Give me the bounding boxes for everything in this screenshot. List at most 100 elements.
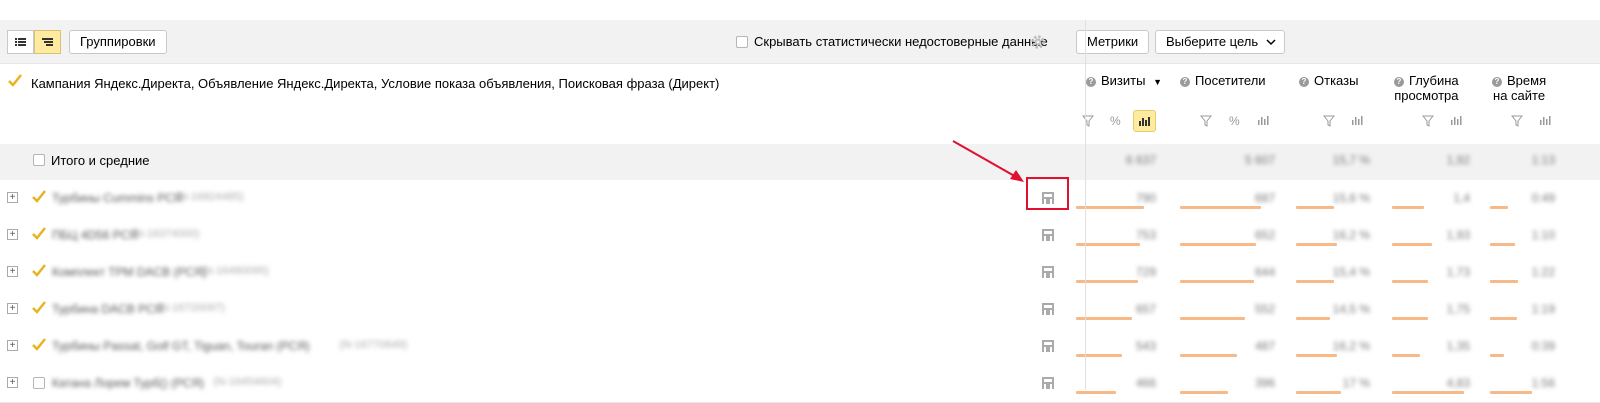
cell-value: 790 <box>1135 191 1156 205</box>
table-row[interactable]: + Турбина DACB РСЯ (N-16720097) 657 552 14,5 … <box>0 291 1600 329</box>
goal-select[interactable]: Выберите цель <box>1155 30 1286 54</box>
cell-bar <box>1296 206 1334 209</box>
bar-chart-icon[interactable] <box>1450 114 1464 126</box>
bar-chart-icon[interactable] <box>1257 114 1271 126</box>
column-visits[interactable]: ? Визиты ▼ <box>1086 73 1162 90</box>
bar-chart-icon[interactable] <box>1539 114 1553 126</box>
cell-value: 1,93 <box>1446 228 1470 242</box>
cell-bar <box>1180 317 1245 320</box>
flag-icon[interactable] <box>1041 265 1055 279</box>
row-name[interactable]: Турбина DACB РСЯ <box>52 302 163 316</box>
flag-icon[interactable] <box>1041 302 1055 316</box>
cell-value: 1:22 <box>1531 265 1555 279</box>
bar-chart-icon <box>1139 117 1150 126</box>
groupings-button[interactable]: Группировки <box>69 30 167 54</box>
table-row[interactable]: + Турбины Cummins РСЯ (N-16824485) 790 687 15… <box>0 180 1600 218</box>
row-name[interactable]: ПБЦ 4D56 РСЯ <box>52 228 138 242</box>
totals-value: 1:13 <box>1531 153 1555 167</box>
row-name[interactable]: Турбины Cummins РСЯ <box>52 191 183 205</box>
expand-button[interactable]: + <box>7 340 18 351</box>
totals-value: 1,92 <box>1446 153 1470 167</box>
expand-button[interactable]: + <box>7 377 18 388</box>
cell-bar <box>1076 391 1116 394</box>
totals-checkbox[interactable] <box>33 154 45 166</box>
cell-value: 14,5 % <box>1332 302 1370 316</box>
gear-icon[interactable] <box>1030 34 1046 50</box>
cell-value: 644 <box>1254 265 1275 279</box>
help-icon[interactable]: ? <box>1492 77 1502 87</box>
cell-bar <box>1180 243 1256 246</box>
filter-icon[interactable] <box>1200 115 1212 127</box>
cell-value: 17 % <box>1342 376 1370 390</box>
bar-chart-icon[interactable] <box>1351 114 1365 126</box>
flag-icon[interactable] <box>1041 376 1055 390</box>
row-id: (N-16374000) <box>131 228 200 240</box>
row-name[interactable]: Катана Лорем Турб() (РСЯ) <box>52 376 204 390</box>
flag-icon[interactable] <box>1041 339 1055 353</box>
grouping-title: Кампания Яндекс.Директа, Объявление Янде… <box>31 76 720 91</box>
row-id: (N-16454604) <box>213 376 282 388</box>
cell-bar <box>1180 206 1261 209</box>
column-bounce[interactable]: ? Отказы <box>1299 73 1358 88</box>
cell-value: 4,83 <box>1446 376 1470 390</box>
cell-value: 466 <box>1135 376 1156 390</box>
cell-bar <box>1296 354 1337 357</box>
help-icon[interactable]: ? <box>1299 77 1309 87</box>
expand-button[interactable]: + <box>7 303 18 314</box>
totals-value: 6 637 <box>1125 153 1156 167</box>
row-check-icon[interactable] <box>31 337 47 353</box>
cell-bar <box>1490 354 1504 357</box>
sort-desc-icon: ▼ <box>1153 77 1162 87</box>
cell-bar <box>1076 206 1144 209</box>
totals-value: 15,7 % <box>1332 153 1370 167</box>
table-row[interactable]: + Комплект ТРМ DACB (РСЯ) (N-16480095) 729 6… <box>0 254 1600 292</box>
filter-icon[interactable] <box>1323 115 1335 127</box>
grouping-check-icon[interactable] <box>7 73 23 89</box>
cell-value: 1,73 <box>1446 265 1470 279</box>
table-row[interactable]: + Катана Лорем Турб() (РСЯ) (N-16454604) 46… <box>0 365 1600 403</box>
help-icon[interactable]: ? <box>1086 77 1096 87</box>
expand-button[interactable]: + <box>7 229 18 240</box>
cell-value: 15,4 % <box>1332 265 1370 279</box>
cell-bar <box>1180 280 1254 283</box>
column-depth[interactable]: ? Глубина просмотра <box>1394 73 1459 103</box>
percent-icon[interactable]: % <box>1229 114 1240 128</box>
percent-icon[interactable]: % <box>1110 114 1121 128</box>
flag-icon[interactable] <box>1041 228 1055 242</box>
cell-value: 652 <box>1254 228 1275 242</box>
row-check-icon[interactable] <box>31 226 47 242</box>
filter-icon[interactable] <box>1422 115 1434 127</box>
help-icon[interactable]: ? <box>1394 77 1404 87</box>
cell-bar <box>1296 243 1337 246</box>
cell-value: 487 <box>1254 339 1275 353</box>
row-check-icon[interactable] <box>31 300 47 316</box>
row-check-icon[interactable] <box>31 189 47 205</box>
list-view-button[interactable] <box>7 30 34 54</box>
row-name[interactable]: Комплект ТРМ DACB (РСЯ) <box>52 265 207 279</box>
row-checkbox[interactable] <box>33 377 45 389</box>
filter-icon[interactable] <box>1082 115 1094 127</box>
row-id: (N-16720097) <box>156 302 225 314</box>
cell-bar <box>1076 354 1122 357</box>
hide-unreliable-checkbox[interactable] <box>736 36 748 48</box>
help-icon[interactable]: ? <box>1180 77 1190 87</box>
row-name[interactable]: Турбины Passat, Golf GT, Tiguan, Touran … <box>52 339 310 353</box>
column-visitors[interactable]: ? Посетители <box>1180 73 1266 88</box>
filter-icon[interactable] <box>1511 115 1523 127</box>
table-row[interactable]: + ПБЦ 4D56 РСЯ (N-16374000) 753 652 16,2 % 1,9… <box>0 217 1600 255</box>
table-row[interactable]: + Турбины Passat, Golf GT, Tiguan, Touran… <box>0 328 1600 366</box>
cell-bar <box>1490 391 1532 394</box>
cell-bar <box>1392 206 1424 209</box>
column-time[interactable]: ? Время на сайте <box>1492 73 1546 103</box>
expand-button[interactable]: + <box>7 266 18 277</box>
cell-bar <box>1180 354 1237 357</box>
cell-value: 396 <box>1254 376 1275 390</box>
row-check-icon[interactable] <box>31 263 47 279</box>
tree-view-button[interactable] <box>34 30 61 54</box>
expand-button[interactable]: + <box>7 192 18 203</box>
cell-value: 0:49 <box>1531 191 1555 205</box>
metrics-button[interactable]: Метрики <box>1076 30 1150 54</box>
cell-bar <box>1296 317 1330 320</box>
cell-value: 15,6 % <box>1332 191 1370 205</box>
chart-toggle-button[interactable] <box>1133 110 1156 132</box>
